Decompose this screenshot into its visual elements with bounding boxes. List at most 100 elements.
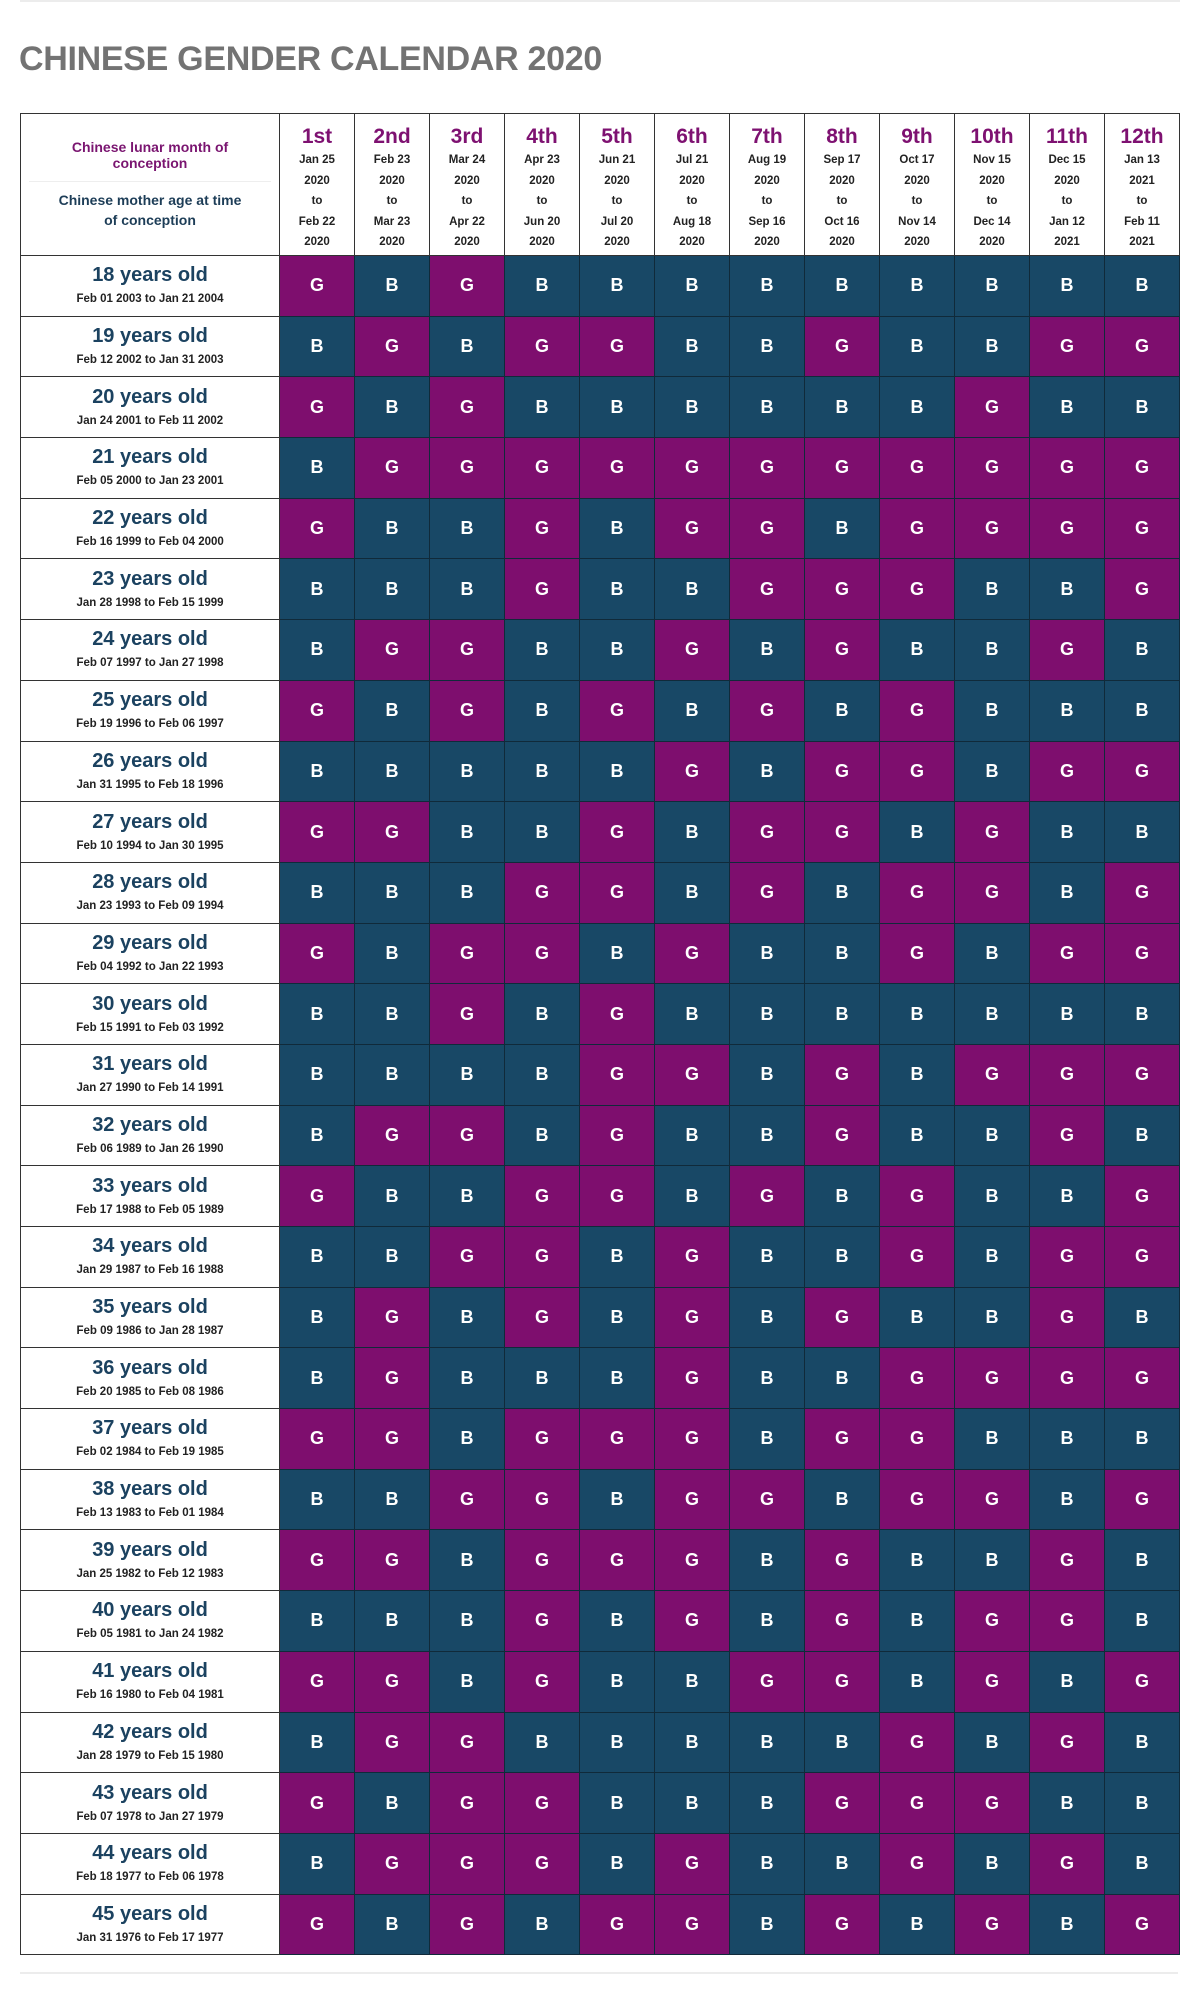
girl-prediction-cell: G <box>504 1226 580 1288</box>
girl-prediction-cell: G <box>279 1650 355 1713</box>
age-label: 43 years old <box>92 1781 208 1804</box>
boy-prediction-cell: B <box>879 801 955 863</box>
boy-prediction-cell: B <box>804 376 880 439</box>
birth-date-range: Feb 07 1997 to Jan 27 1998 <box>76 657 224 670</box>
month-start-date: Jul 21 <box>675 154 709 166</box>
boy-prediction-cell: B <box>804 1226 880 1288</box>
girl-prediction-cell: G <box>279 1772 355 1834</box>
month-ordinal: 5th <box>601 125 633 148</box>
table-row: 26 years old Jan 31 1995 to Feb 18 1996 B B… <box>20 740 1180 803</box>
girl-prediction-cell: G <box>504 922 580 985</box>
girl-prediction-cell: G <box>579 1043 655 1106</box>
girl-prediction-cell: G <box>729 1468 805 1531</box>
boy-prediction-cell: B <box>504 1347 580 1410</box>
birth-date-range: Jan 31 1995 to Feb 18 1996 <box>76 778 224 791</box>
girl-prediction-cell: G <box>954 1347 1030 1410</box>
boy-prediction-cell: B <box>879 376 955 439</box>
girl-prediction-cell: G <box>579 1408 655 1470</box>
birth-date-range: Feb 05 2000 to Jan 23 2001 <box>76 475 224 488</box>
boy-prediction-cell: B <box>654 983 730 1045</box>
mother-age-cell: 32 years old Feb 06 1989 to Jan 26 1990 <box>20 1104 280 1167</box>
month-header-11: 11th Dec 15 2020 to Jan 12 2021 <box>1029 113 1105 256</box>
girl-prediction-cell: G <box>879 437 955 499</box>
girl-prediction-cell: G <box>1029 922 1105 985</box>
boy-prediction-cell: B <box>429 1529 505 1592</box>
boy-prediction-cell: B <box>354 1226 430 1288</box>
mother-age-cell: 37 years old Feb 02 1984 to Feb 19 1985 <box>20 1408 280 1470</box>
girl-prediction-cell: G <box>879 861 955 924</box>
boy-prediction-cell: B <box>579 1711 655 1774</box>
boy-prediction-cell: B <box>429 861 505 924</box>
boy-prediction-cell: B <box>729 1590 805 1652</box>
boy-prediction-cell: B <box>279 558 355 621</box>
boy-prediction-cell: B <box>429 315 505 378</box>
girl-prediction-cell: G <box>654 1043 730 1106</box>
girl-prediction-cell: G <box>1029 437 1105 499</box>
month-end-year: 2021 <box>1129 236 1155 248</box>
boy-prediction-cell: B <box>354 1043 430 1106</box>
month-end-date: Jun 20 <box>523 215 561 228</box>
month-start-date: Dec 15 <box>1048 154 1086 166</box>
table-row: 40 years old Feb 05 1981 to Jan 24 1982 B B… <box>20 1590 1180 1652</box>
girl-prediction-cell: G <box>504 1772 580 1834</box>
girl-prediction-cell: G <box>1029 619 1105 681</box>
top-divider <box>20 0 1180 2</box>
lunar-month-label: Chinese lunar month of conception <box>29 139 271 182</box>
girl-prediction-cell: G <box>579 1165 655 1227</box>
girl-prediction-cell: G <box>1104 558 1180 621</box>
month-start-year: 2020 <box>379 174 405 187</box>
girl-prediction-cell: G <box>279 922 355 985</box>
age-label: 22 years old <box>92 507 208 530</box>
month-ordinal: 12th <box>1120 125 1164 148</box>
girl-prediction-cell: G <box>504 1529 580 1592</box>
boy-prediction-cell: B <box>654 1104 730 1167</box>
boy-prediction-cell: B <box>354 497 430 560</box>
month-connector: to <box>686 195 698 207</box>
girl-prediction-cell: G <box>954 1590 1030 1652</box>
month-connector: to <box>986 195 998 207</box>
girl-prediction-cell: G <box>279 1165 355 1227</box>
girl-prediction-cell: G <box>804 619 880 681</box>
boy-prediction-cell: B <box>279 437 355 499</box>
girl-prediction-cell: G <box>354 1104 430 1167</box>
boy-prediction-cell: B <box>804 1832 880 1895</box>
month-connector: to <box>536 195 548 207</box>
girl-prediction-cell: G <box>1104 740 1180 803</box>
girl-prediction-cell: G <box>1029 1104 1105 1167</box>
boy-prediction-cell: B <box>654 1772 730 1834</box>
boy-prediction-cell: B <box>579 922 655 985</box>
girl-prediction-cell: G <box>1029 740 1105 803</box>
mother-age-cell: 38 years old Feb 13 1983 to Feb 01 1984 <box>20 1468 280 1531</box>
boy-prediction-cell: B <box>1029 1468 1105 1531</box>
girl-prediction-cell: G <box>654 1286 730 1349</box>
girl-prediction-cell: G <box>879 1772 955 1834</box>
boy-prediction-cell: B <box>279 983 355 1045</box>
boy-prediction-cell: B <box>954 1711 1030 1774</box>
age-label: 26 years old <box>92 749 208 772</box>
month-end-date: Feb 11 <box>1124 215 1160 228</box>
birth-date-range: Jan 24 2001 to Feb 11 2002 <box>76 414 224 427</box>
boy-prediction-cell: B <box>729 1711 805 1774</box>
birth-date-range: Jan 28 1998 to Feb 15 1999 <box>76 596 224 609</box>
birth-date-range: Jan 31 1976 to Feb 17 1977 <box>76 1931 224 1944</box>
gender-calendar-table: Chinese lunar month of conception Chines… <box>20 113 1180 1956</box>
month-end-year: 2020 <box>679 236 705 248</box>
girl-prediction-cell: G <box>1104 315 1180 378</box>
boy-prediction-cell: B <box>954 679 1030 742</box>
boy-prediction-cell: B <box>654 801 730 863</box>
girl-prediction-cell: G <box>429 255 505 317</box>
month-end-date: Sep 16 <box>748 215 786 228</box>
girl-prediction-cell: G <box>279 1893 355 1956</box>
girl-prediction-cell: G <box>1029 1832 1105 1895</box>
month-connector: to <box>836 195 848 207</box>
boy-prediction-cell: B <box>1029 1650 1105 1713</box>
boy-prediction-cell: B <box>354 376 430 439</box>
boy-prediction-cell: B <box>729 1408 805 1470</box>
girl-prediction-cell: G <box>729 861 805 924</box>
boy-prediction-cell: B <box>504 619 580 681</box>
birth-date-range: Feb 16 1980 to Feb 04 1981 <box>76 1689 224 1702</box>
girl-prediction-cell: G <box>504 315 580 378</box>
month-start-date: Jan 13 <box>1124 154 1160 166</box>
girl-prediction-cell: G <box>804 1893 880 1956</box>
month-ordinal: 1st <box>301 125 333 148</box>
